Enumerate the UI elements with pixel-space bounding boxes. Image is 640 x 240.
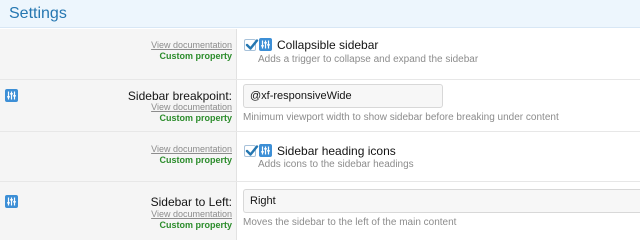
sliders-icon [259,144,272,157]
sidebar-breakpoint-label: Sidebar breakpoint: [127,89,232,103]
sidebar-heading-icons-hint: Adds icons to the sidebar headings [258,159,414,170]
sidebar-heading-icons-checkbox[interactable] [244,145,259,157]
custom-property-badge: Custom property [159,220,232,230]
row-divider [0,181,640,182]
custom-property-badge: Custom property [159,155,232,165]
sidebar-to-left-input[interactable]: Right [243,189,640,213]
collapsible-sidebar-hint: Adds a trigger to collapse and expand th… [258,54,479,65]
sliders-icon [259,38,272,51]
checkmark-icon [245,39,259,50]
collapsible-sidebar-checkbox[interactable] [244,39,259,51]
view-documentation-link[interactable]: View documentation [151,102,232,112]
settings-header: Settings [0,0,640,28]
custom-property-badge: Custom property [159,113,232,123]
sidebar-to-left-hint: Moves the sidebar to the left of the mai… [243,217,457,228]
view-documentation-link[interactable]: View documentation [151,40,232,50]
row-divider [0,79,640,80]
view-documentation-link[interactable]: View documentation [151,144,232,154]
custom-property-badge: Custom property [159,51,232,61]
view-documentation-link[interactable]: View documentation [151,209,232,219]
collapsible-sidebar-label[interactable]: Collapsible sidebar [277,38,378,52]
page-title: Settings [9,5,67,22]
sidebar-to-left-label: Sidebar to Left: [150,195,232,209]
sliders-icon [5,89,18,102]
sidebar-breakpoint-input[interactable]: @xf-responsiveWide [243,84,443,108]
sidebar-breakpoint-hint: Minimum viewport width to show sidebar b… [243,112,559,123]
sliders-icon [5,195,18,208]
checkmark-icon [245,145,259,156]
sidebar-heading-icons-label[interactable]: Sidebar heading icons [277,144,396,158]
row-divider [0,131,640,132]
